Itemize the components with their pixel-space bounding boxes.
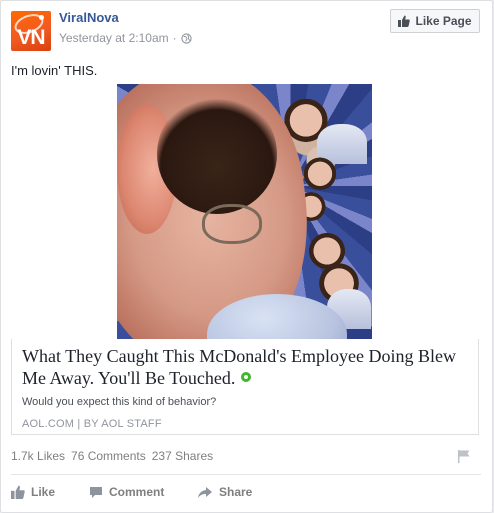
like-page-label: Like Page [415, 14, 472, 28]
page-avatar[interactable]: VN [11, 11, 51, 51]
shares-count[interactable]: 237 Shares [152, 449, 213, 463]
share-icon [198, 486, 212, 498]
like-label: Like [31, 485, 56, 499]
avatar-text: VN [17, 26, 45, 49]
green-dot-icon [241, 372, 252, 382]
like-page-button[interactable]: Like Page [390, 9, 480, 33]
mini-face [302, 154, 338, 190]
post-actions: Like Comment Share [11, 483, 252, 501]
likes-count[interactable]: 1.7k Likes [11, 449, 65, 463]
comment-icon [90, 486, 102, 498]
hair-shape [157, 94, 277, 214]
flag-icon[interactable] [457, 449, 471, 463]
status-text: I'm lovin' THIS. [11, 63, 98, 78]
share-label: Share [219, 485, 253, 499]
like-button[interactable]: Like [11, 485, 89, 499]
actions-divider [11, 474, 481, 475]
globe-icon[interactable] [181, 32, 192, 44]
post-meta: Yesterday at 2:10am · [59, 31, 192, 45]
link-headline-text[interactable]: What They Caught This McDonald's Employe… [22, 346, 456, 388]
link-headline[interactable]: What They Caught This McDonald's Employe… [22, 345, 462, 389]
post-timestamp[interactable]: Yesterday at 2:10am [59, 31, 169, 45]
meta-separator: · [172, 31, 177, 45]
post-image[interactable] [117, 84, 372, 339]
thumbs-up-icon [398, 15, 411, 27]
comment-label: Comment [109, 485, 165, 499]
link-source: AOL.COM | BY AOL STAFF [22, 418, 162, 430]
link-domain: AOL.COM [22, 418, 75, 430]
post-stats: 1.7k Likes 76 Comments 237 Shares [11, 449, 213, 463]
post-card: VN ViralNova Yesterday at 2:10am · Like … [0, 0, 493, 513]
link-author: BY AOL STAFF [83, 418, 162, 430]
glasses-shape [202, 204, 262, 244]
thumbs-up-icon [11, 485, 25, 499]
link-description: Would you expect this kind of behavior? [22, 396, 217, 408]
share-button[interactable]: Share [197, 485, 252, 499]
page-name[interactable]: ViralNova [59, 10, 119, 25]
comment-button[interactable]: Comment [89, 485, 197, 499]
link-preview[interactable]: What They Caught This McDonald's Employe… [11, 339, 479, 435]
comments-count[interactable]: 76 Comments [71, 449, 146, 463]
avatar-dot [39, 15, 44, 20]
